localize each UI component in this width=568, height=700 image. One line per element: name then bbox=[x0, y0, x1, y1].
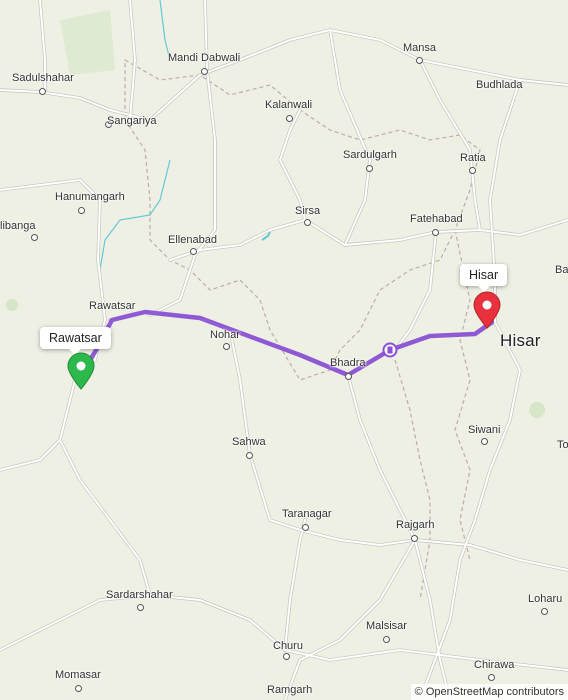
place-dot-sardulgarh bbox=[366, 165, 373, 172]
place-dot-mandi-dabwali bbox=[201, 68, 208, 75]
place-label-ratia: Ratia bbox=[460, 152, 486, 164]
place-label-momasar: Momasar bbox=[55, 669, 101, 681]
place-label-churu: Churu bbox=[273, 640, 303, 652]
place-dot-sahwa bbox=[246, 452, 253, 459]
place-label-mansa: Mansa bbox=[403, 42, 437, 54]
place-label-sardarshahar: Sardarshahar bbox=[106, 589, 173, 601]
place-dot-pilibanga bbox=[31, 234, 38, 241]
place-dot-hanumangarh bbox=[78, 207, 85, 214]
map-attribution[interactable]: © OpenStreetMap contributors bbox=[410, 684, 568, 700]
place-label-sirsa: Sirsa bbox=[295, 205, 321, 217]
start-label: Rawatsar bbox=[49, 331, 102, 345]
place-dot-kalanwali bbox=[286, 115, 293, 122]
place-label-mandi-dabwali: Mandi Dabwali bbox=[168, 52, 241, 64]
place-dot-malsisar bbox=[383, 636, 390, 643]
place-dot-bhadra bbox=[345, 373, 352, 380]
place-dot-loharu bbox=[541, 608, 548, 615]
start-callout: Rawatsar bbox=[40, 327, 111, 355]
place-label-to: To bbox=[557, 439, 568, 451]
place-label-sadulshahar: Sadulshahar bbox=[12, 72, 74, 84]
place-dot-taranagar bbox=[302, 524, 309, 531]
place-dot-nohar bbox=[223, 343, 230, 350]
place-dot-churu bbox=[283, 653, 290, 660]
place-label-malsisar: Malsisar bbox=[366, 620, 407, 632]
place-dot-mansa bbox=[416, 57, 423, 64]
start-pin-icon[interactable] bbox=[66, 352, 96, 390]
map-view[interactable]: Sadulshahar Mandi Dabwali Mansa Budhlada San… bbox=[0, 0, 568, 700]
end-callout: Hisar bbox=[460, 264, 508, 292]
place-dot-ratia bbox=[469, 167, 476, 174]
place-label-bhadra: Bhadra bbox=[330, 357, 366, 369]
place-label-hisar: Hisar bbox=[500, 331, 541, 350]
place-label-sangariya: Sangariya bbox=[107, 115, 157, 127]
place-label-rajgarh: Rajgarh bbox=[396, 519, 435, 531]
place-label-hanumangarh: Hanumangarh bbox=[55, 191, 125, 203]
place-dot-siwani bbox=[481, 438, 488, 445]
place-dot-chirawa bbox=[488, 674, 495, 681]
toll-booth-icon bbox=[382, 342, 398, 358]
place-label-rawatsar: Rawatsar bbox=[89, 300, 136, 312]
place-dot-sirsa bbox=[304, 219, 311, 226]
place-dot-ellenabad bbox=[190, 248, 197, 255]
place-dot-rajgarh bbox=[411, 535, 418, 542]
place-label-ellenabad: Ellenabad bbox=[168, 234, 217, 246]
place-label-kalanwali: Kalanwali bbox=[265, 99, 313, 111]
place-label-ba: Ba bbox=[555, 264, 568, 276]
place-label-pilibanga: libanga bbox=[0, 220, 36, 232]
end-pin-icon[interactable] bbox=[472, 291, 502, 329]
place-label-sardulgarh: Sardulgarh bbox=[343, 149, 397, 161]
place-label-siwani: Siwani bbox=[468, 424, 501, 436]
place-dot-fatehabad bbox=[432, 229, 439, 236]
end-label: Hisar bbox=[469, 268, 499, 282]
place-dot-sadulshahar bbox=[39, 88, 46, 95]
place-label-budhlada: Budhlada bbox=[476, 79, 523, 91]
place-dot-momasar bbox=[75, 685, 82, 692]
place-label-sahwa: Sahwa bbox=[232, 436, 266, 448]
place-label-ramgarh: Ramgarh bbox=[267, 684, 313, 696]
place-label-taranagar: Taranagar bbox=[282, 508, 332, 520]
place-label-nohar: Nohar bbox=[210, 329, 240, 341]
place-label-chirawa: Chirawa bbox=[474, 659, 515, 671]
place-label-fatehabad: Fatehabad bbox=[410, 213, 463, 225]
place-label-loharu: Loharu bbox=[528, 593, 563, 605]
route-line[interactable] bbox=[79, 309, 495, 378]
place-dot-sardarshahar bbox=[137, 604, 144, 611]
